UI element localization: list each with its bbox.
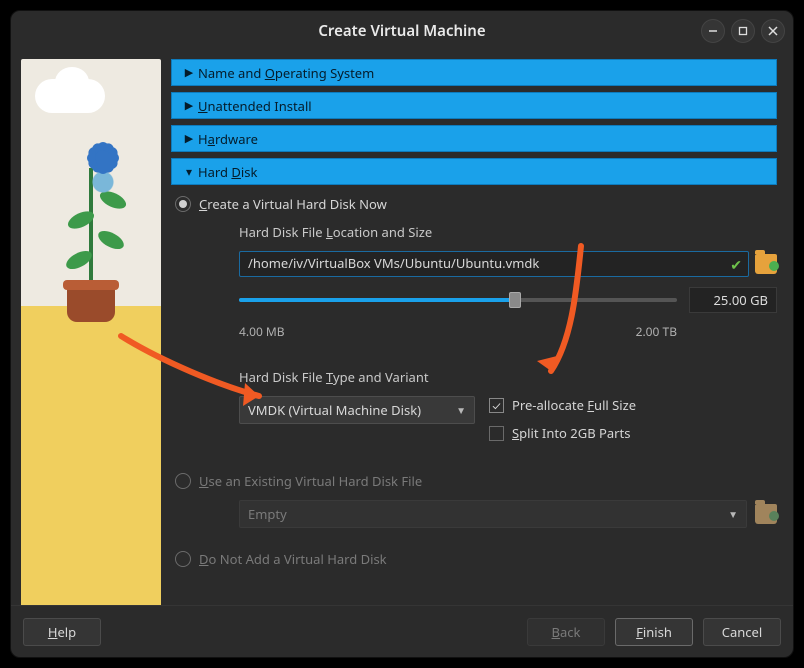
- section-harddisk[interactable]: ▾ Hard Disk: [171, 158, 777, 185]
- section-hardware-label: Hardware: [198, 130, 258, 148]
- split-checkbox[interactable]: Split Into 2GB Parts: [489, 424, 636, 442]
- create-disk-panel: Hard Disk File Location and Size /home/i…: [239, 223, 777, 442]
- chevron-right-icon: ▶: [180, 131, 198, 146]
- dialog-footer: Help Back Finish Cancel: [11, 605, 793, 657]
- chevron-down-icon: ▾: [180, 163, 198, 180]
- valid-check-icon: ✔: [730, 256, 742, 275]
- radio-create-disk-label: Create a Virtual Hard Disk Now: [199, 195, 387, 213]
- section-name-os[interactable]: ▶ Name and Operating System: [171, 59, 777, 86]
- section-harddisk-label: Hard Disk: [198, 163, 257, 181]
- finish-button[interactable]: Finish: [615, 618, 693, 646]
- cancel-button[interactable]: Cancel: [703, 618, 781, 646]
- wizard-illustration: [21, 59, 161, 605]
- window-controls: [701, 19, 785, 43]
- size-value-box[interactable]: 25.00 GB: [689, 287, 777, 313]
- variant-options: ✓ Pre-allocate Full Size Split Into 2GB …: [489, 396, 636, 442]
- size-min-label: 4.00 MB: [239, 323, 285, 340]
- back-button: Back: [527, 618, 605, 646]
- radio-icon: [175, 473, 191, 489]
- existing-disk-value: Empty: [248, 505, 287, 523]
- size-max-label: 2.00 TB: [636, 323, 677, 340]
- type-variant-row: VMDK (Virtual Machine Disk) ▼ ✓ Pre-allo…: [239, 396, 777, 442]
- section-unattended-label: Unattended Install: [198, 97, 312, 115]
- split-label: Split Into 2GB Parts: [512, 424, 630, 442]
- path-row: /home/iv/VirtualBox VMs/Ubuntu/Ubuntu.vm…: [239, 251, 777, 277]
- maximize-button[interactable]: [731, 19, 755, 43]
- disk-path-input[interactable]: /home/iv/VirtualBox VMs/Ubuntu/Ubuntu.vm…: [239, 251, 749, 277]
- checkbox-icon: ✓: [489, 398, 504, 413]
- disk-path-value: /home/iv/VirtualBox VMs/Ubuntu/Ubuntu.vm…: [248, 254, 539, 272]
- checkbox-icon: [489, 426, 504, 441]
- existing-disk-select: Empty ▼: [239, 500, 747, 528]
- radio-icon: [175, 551, 191, 567]
- preallocate-checkbox[interactable]: ✓ Pre-allocate Full Size: [489, 396, 636, 414]
- radio-no-disk[interactable]: Do Not Add a Virtual Hard Disk: [171, 546, 777, 572]
- chevron-right-icon: ▶: [180, 65, 198, 80]
- chevron-down-icon: ▼: [456, 403, 466, 417]
- size-slider[interactable]: [239, 290, 677, 310]
- disk-type-value: VMDK (Virtual Machine Disk): [248, 401, 421, 419]
- size-range-labels: 4.00 MB 2.00 TB: [239, 323, 777, 340]
- radio-no-disk-label: Do Not Add a Virtual Hard Disk: [199, 550, 387, 568]
- minimize-button[interactable]: [701, 19, 725, 43]
- footer-button-group: Back Finish Cancel: [527, 618, 781, 646]
- preallocate-label: Pre-allocate Full Size: [512, 396, 636, 414]
- slider-thumb[interactable]: [509, 292, 521, 308]
- main-panel: ▶ Name and Operating System ▶ Unattended…: [171, 59, 777, 597]
- dialog-window: Create Virtual Machine: [10, 10, 794, 658]
- chevron-right-icon: ▶: [180, 98, 198, 113]
- disk-type-select[interactable]: VMDK (Virtual Machine Disk) ▼: [239, 396, 475, 424]
- titlebar: Create Virtual Machine: [11, 11, 793, 51]
- location-size-header: Hard Disk File Location and Size: [239, 223, 777, 241]
- cancel-label: Cancel: [722, 623, 762, 641]
- radio-existing-disk[interactable]: Use an Existing Virtual Hard Disk File: [171, 468, 777, 494]
- help-label: Help: [48, 623, 76, 641]
- type-variant-header: Hard Disk File Type and Variant: [239, 368, 777, 386]
- chevron-down-icon: ▼: [728, 507, 738, 521]
- close-button[interactable]: [761, 19, 785, 43]
- window-title: Create Virtual Machine: [318, 21, 485, 41]
- finish-label: Finish: [636, 623, 672, 641]
- help-button[interactable]: Help: [23, 618, 101, 646]
- section-name-os-label: Name and Operating System: [198, 64, 374, 82]
- existing-disk-panel: Empty ▼: [239, 500, 777, 528]
- size-slider-row: 25.00 GB: [239, 287, 777, 313]
- browse-folder-button[interactable]: [755, 254, 777, 274]
- browse-existing-button: [755, 504, 777, 524]
- radio-icon: [175, 196, 191, 212]
- radio-existing-disk-label: Use an Existing Virtual Hard Disk File: [199, 472, 422, 490]
- radio-create-disk[interactable]: Create a Virtual Hard Disk Now: [171, 191, 777, 217]
- content-area: ▶ Name and Operating System ▶ Unattended…: [11, 51, 793, 605]
- section-unattended[interactable]: ▶ Unattended Install: [171, 92, 777, 119]
- back-label: Back: [552, 623, 581, 641]
- section-hardware[interactable]: ▶ Hardware: [171, 125, 777, 152]
